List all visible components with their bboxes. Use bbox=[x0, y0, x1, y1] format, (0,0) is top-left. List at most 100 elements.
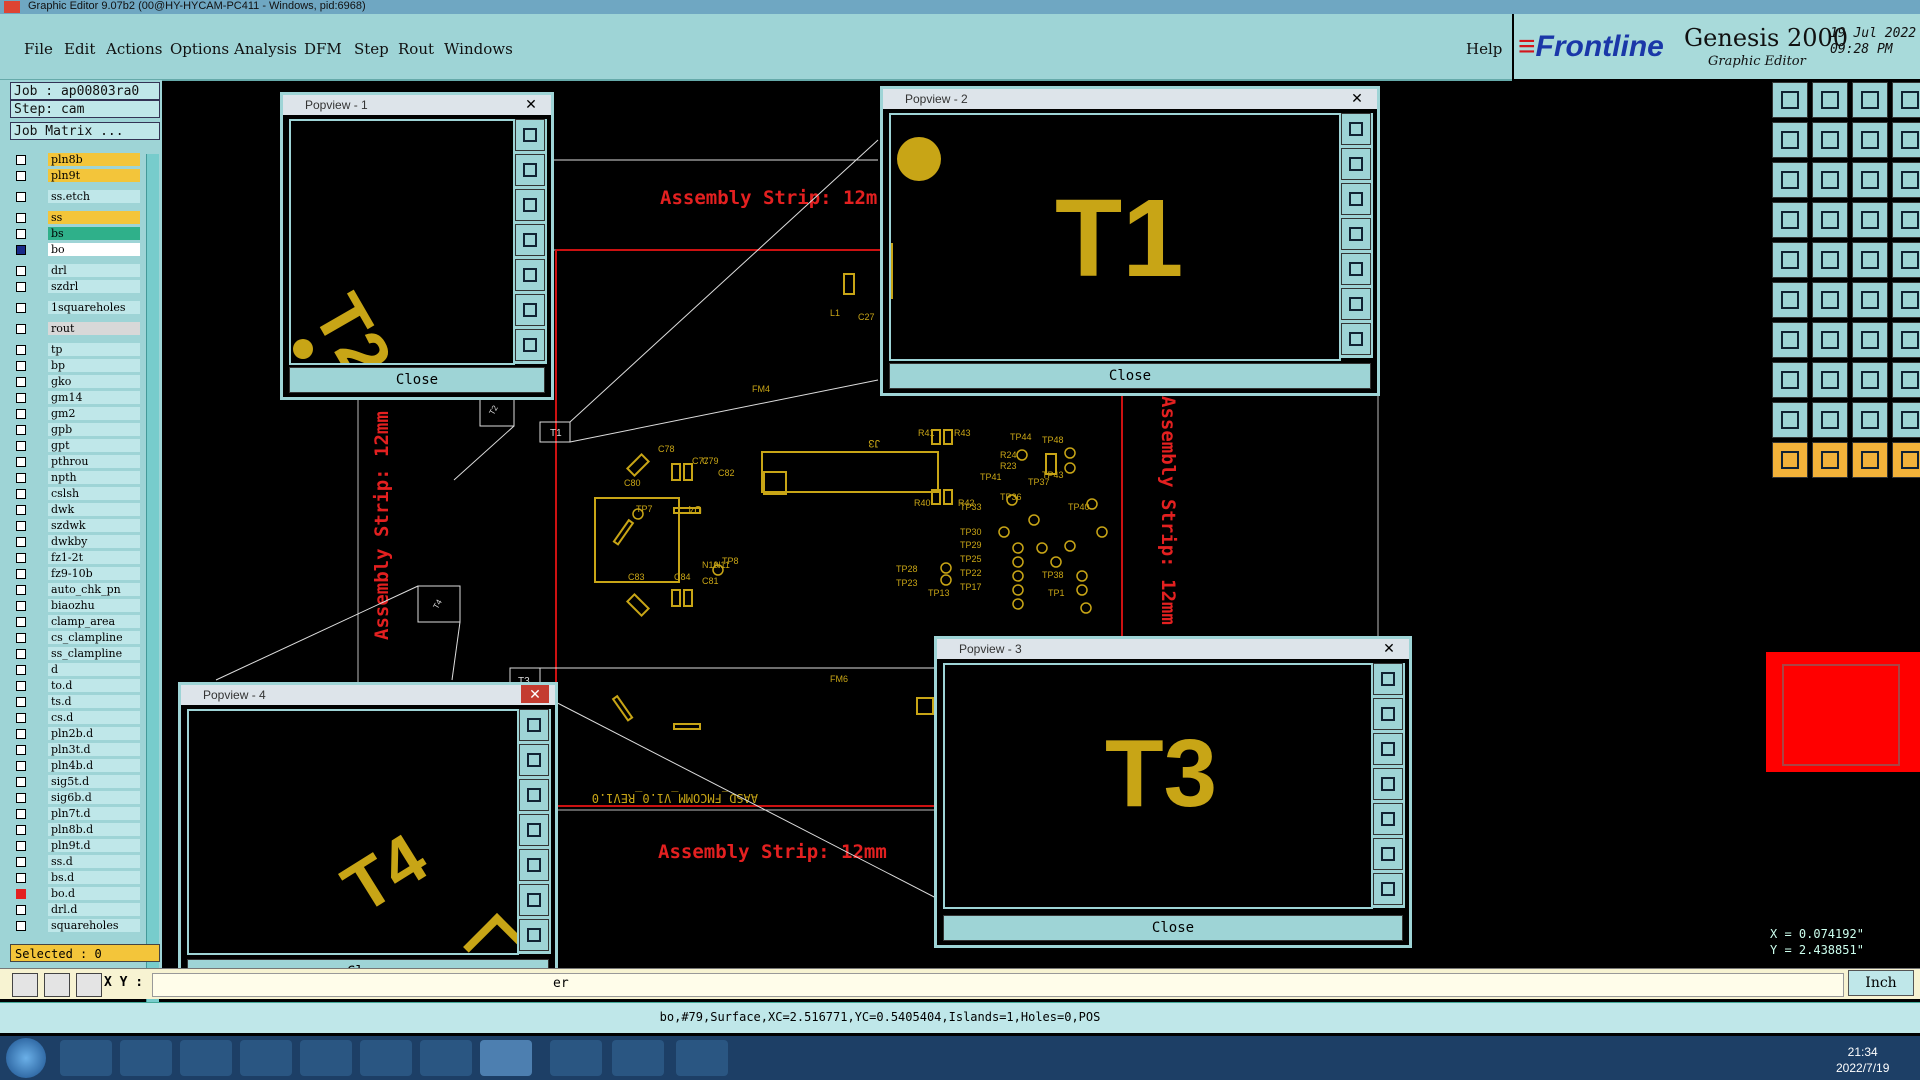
layer-row[interactable]: pln2b.d bbox=[10, 726, 140, 742]
layer-name[interactable]: bp bbox=[48, 359, 140, 372]
layer-scrollbar[interactable] bbox=[146, 154, 159, 1018]
slope-icon[interactable] bbox=[1812, 322, 1848, 358]
layer-name[interactable]: to.d bbox=[48, 679, 140, 692]
popview-4-view[interactable]: T4 bbox=[187, 709, 519, 955]
layer-checkbox[interactable] bbox=[16, 649, 26, 659]
popview-zoom-out-icon[interactable] bbox=[1373, 733, 1403, 765]
layer-row[interactable]: pln9t.d bbox=[10, 838, 140, 854]
layer-checkbox[interactable] bbox=[16, 585, 26, 595]
drag-icon[interactable] bbox=[1852, 442, 1888, 478]
layer-row[interactable]: rout bbox=[10, 321, 140, 337]
area-icon[interactable] bbox=[1892, 442, 1920, 478]
layer-name[interactable]: bs bbox=[48, 227, 140, 240]
taskbar-app-word-icon[interactable] bbox=[550, 1040, 602, 1076]
layer-row[interactable]: npth bbox=[10, 470, 140, 486]
layer-name[interactable]: pln7t.d bbox=[48, 807, 140, 820]
layer-row[interactable]: 1squareholes bbox=[10, 300, 140, 316]
layer-name[interactable]: gm2 bbox=[48, 407, 140, 420]
taskbar-app-save-icon[interactable] bbox=[240, 1040, 292, 1076]
popview-3-view[interactable]: T3 bbox=[943, 663, 1373, 909]
taskbar-app-genesis-icon[interactable] bbox=[480, 1040, 532, 1076]
popview-pan-icon[interactable] bbox=[515, 224, 545, 256]
layer-row[interactable]: cs_clampline bbox=[10, 630, 140, 646]
measure-icon[interactable] bbox=[1772, 202, 1808, 238]
arc-icon[interactable] bbox=[1772, 322, 1808, 358]
layer-name[interactable]: ss.etch bbox=[48, 190, 140, 203]
layer-row[interactable]: pln4b.d bbox=[10, 758, 140, 774]
layer-row[interactable]: ss_clampline bbox=[10, 646, 140, 662]
layer-name[interactable]: dwkby bbox=[48, 535, 140, 548]
popview-3-close-icon[interactable]: ✕ bbox=[1375, 639, 1403, 657]
node-icon[interactable] bbox=[1772, 282, 1808, 318]
layer-name[interactable]: ts.d bbox=[48, 695, 140, 708]
popview-zoom-in-icon[interactable] bbox=[1373, 698, 1403, 730]
popview-fit-icon[interactable] bbox=[1373, 838, 1403, 870]
layer-row[interactable]: fz1-2t bbox=[10, 550, 140, 566]
script-icon[interactable] bbox=[1892, 122, 1920, 158]
layer-checkbox[interactable] bbox=[16, 713, 26, 723]
popview-2-view[interactable]: T1 bbox=[889, 113, 1341, 361]
layer-checkbox[interactable] bbox=[16, 441, 26, 451]
popview-center-icon[interactable] bbox=[519, 919, 549, 951]
tri4-icon[interactable] bbox=[1892, 402, 1920, 438]
popview-center-icon[interactable] bbox=[1341, 323, 1371, 355]
layer-row[interactable]: auto_chk_pn bbox=[10, 582, 140, 598]
pointer-icon[interactable] bbox=[1772, 442, 1808, 478]
layer-checkbox[interactable] bbox=[16, 569, 26, 579]
layer-row[interactable]: szdrl bbox=[10, 279, 140, 295]
popview-4-close-icon[interactable]: ✕ bbox=[521, 685, 549, 703]
layer-name[interactable]: sig6b.d bbox=[48, 791, 140, 804]
job-matrix-button[interactable]: Job Matrix ... bbox=[10, 122, 160, 140]
layer-checkbox[interactable] bbox=[16, 409, 26, 419]
layer-row[interactable]: fz9-10b bbox=[10, 566, 140, 582]
layer-checkbox[interactable] bbox=[16, 793, 26, 803]
popview-zoom-fit-icon[interactable] bbox=[1373, 663, 1403, 695]
menu-windows[interactable]: Windows bbox=[444, 40, 513, 58]
taskbar-app-eye-icon[interactable] bbox=[420, 1040, 472, 1076]
layer-checkbox[interactable] bbox=[16, 841, 26, 851]
menu-help[interactable]: Help bbox=[1466, 40, 1502, 58]
layer-row[interactable]: gko bbox=[10, 374, 140, 390]
popview-center-icon[interactable] bbox=[1373, 873, 1403, 905]
pan-icon[interactable] bbox=[1812, 162, 1848, 198]
layer-checkbox[interactable] bbox=[16, 873, 26, 883]
layer-row[interactable]: ss.etch bbox=[10, 189, 140, 205]
popview-2-close-icon[interactable]: ✕ bbox=[1343, 89, 1371, 107]
popview-1-close-icon[interactable]: ✕ bbox=[517, 95, 545, 113]
layer-name[interactable]: szdrl bbox=[48, 280, 140, 293]
layer-name[interactable]: pln8b bbox=[48, 153, 140, 166]
layer-row[interactable]: ss.d bbox=[10, 854, 140, 870]
layer-row[interactable]: clamp_area bbox=[10, 614, 140, 630]
window-icon[interactable] bbox=[1892, 82, 1920, 118]
layer-checkbox[interactable] bbox=[16, 889, 26, 899]
layer-row[interactable]: d bbox=[10, 662, 140, 678]
layer-checkbox[interactable] bbox=[16, 697, 26, 707]
layer-checkbox[interactable] bbox=[16, 745, 26, 755]
menu-analysis[interactable]: Analysis bbox=[234, 40, 297, 58]
taskbar-clock[interactable]: 21:34 2022/7/19 bbox=[1836, 1044, 1889, 1076]
layer-name[interactable]: cslsh bbox=[48, 487, 140, 500]
layer-name[interactable]: cs.d bbox=[48, 711, 140, 724]
layer-checkbox[interactable] bbox=[16, 361, 26, 371]
layer-name[interactable]: bo.d bbox=[48, 887, 140, 900]
layer-checkbox[interactable] bbox=[16, 393, 26, 403]
layer-checkbox[interactable] bbox=[16, 809, 26, 819]
branch-icon[interactable] bbox=[1892, 282, 1920, 318]
layer-checkbox[interactable] bbox=[16, 473, 26, 483]
command-input[interactable]: er bbox=[152, 973, 1844, 997]
layer-row[interactable]: bs bbox=[10, 226, 140, 242]
layer-checkbox[interactable] bbox=[16, 213, 26, 223]
layer-row[interactable]: cslsh bbox=[10, 486, 140, 502]
layer-row[interactable]: szdwk bbox=[10, 518, 140, 534]
popview-home-icon[interactable] bbox=[1373, 803, 1403, 835]
tri3-icon[interactable] bbox=[1852, 402, 1888, 438]
layer-checkbox[interactable] bbox=[16, 905, 26, 915]
start-button[interactable] bbox=[6, 1038, 46, 1078]
layer-checkbox[interactable] bbox=[16, 345, 26, 355]
layer-row[interactable]: pthrou bbox=[10, 454, 140, 470]
layer-name[interactable]: 1squareholes bbox=[48, 301, 140, 314]
layer-row[interactable]: gm14 bbox=[10, 390, 140, 406]
popview-zoom-out-icon[interactable] bbox=[515, 189, 545, 221]
layer-name[interactable]: fz1-2t bbox=[48, 551, 140, 564]
popview-pan-icon[interactable] bbox=[519, 814, 549, 846]
